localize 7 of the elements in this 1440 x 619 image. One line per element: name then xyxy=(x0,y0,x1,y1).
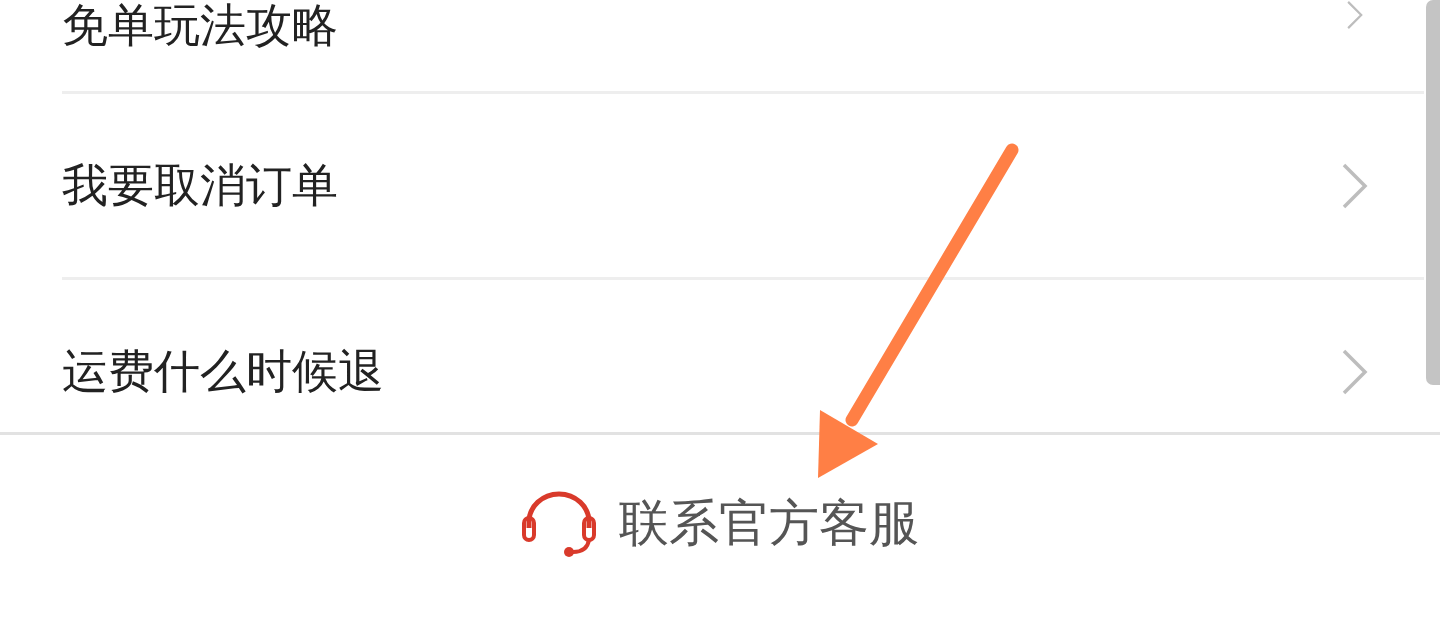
help-item[interactable]: 运费什么时候退 xyxy=(62,343,384,400)
contact-service-button[interactable]: 联系官方客服 xyxy=(521,485,919,561)
chevron-right-icon xyxy=(1341,347,1369,396)
chevron-right-icon xyxy=(1341,161,1369,210)
scrollbar[interactable] xyxy=(1426,0,1440,385)
help-item[interactable]: 免单玩法攻略 xyxy=(62,0,338,48)
help-item[interactable]: 我要取消订单 xyxy=(62,157,338,214)
